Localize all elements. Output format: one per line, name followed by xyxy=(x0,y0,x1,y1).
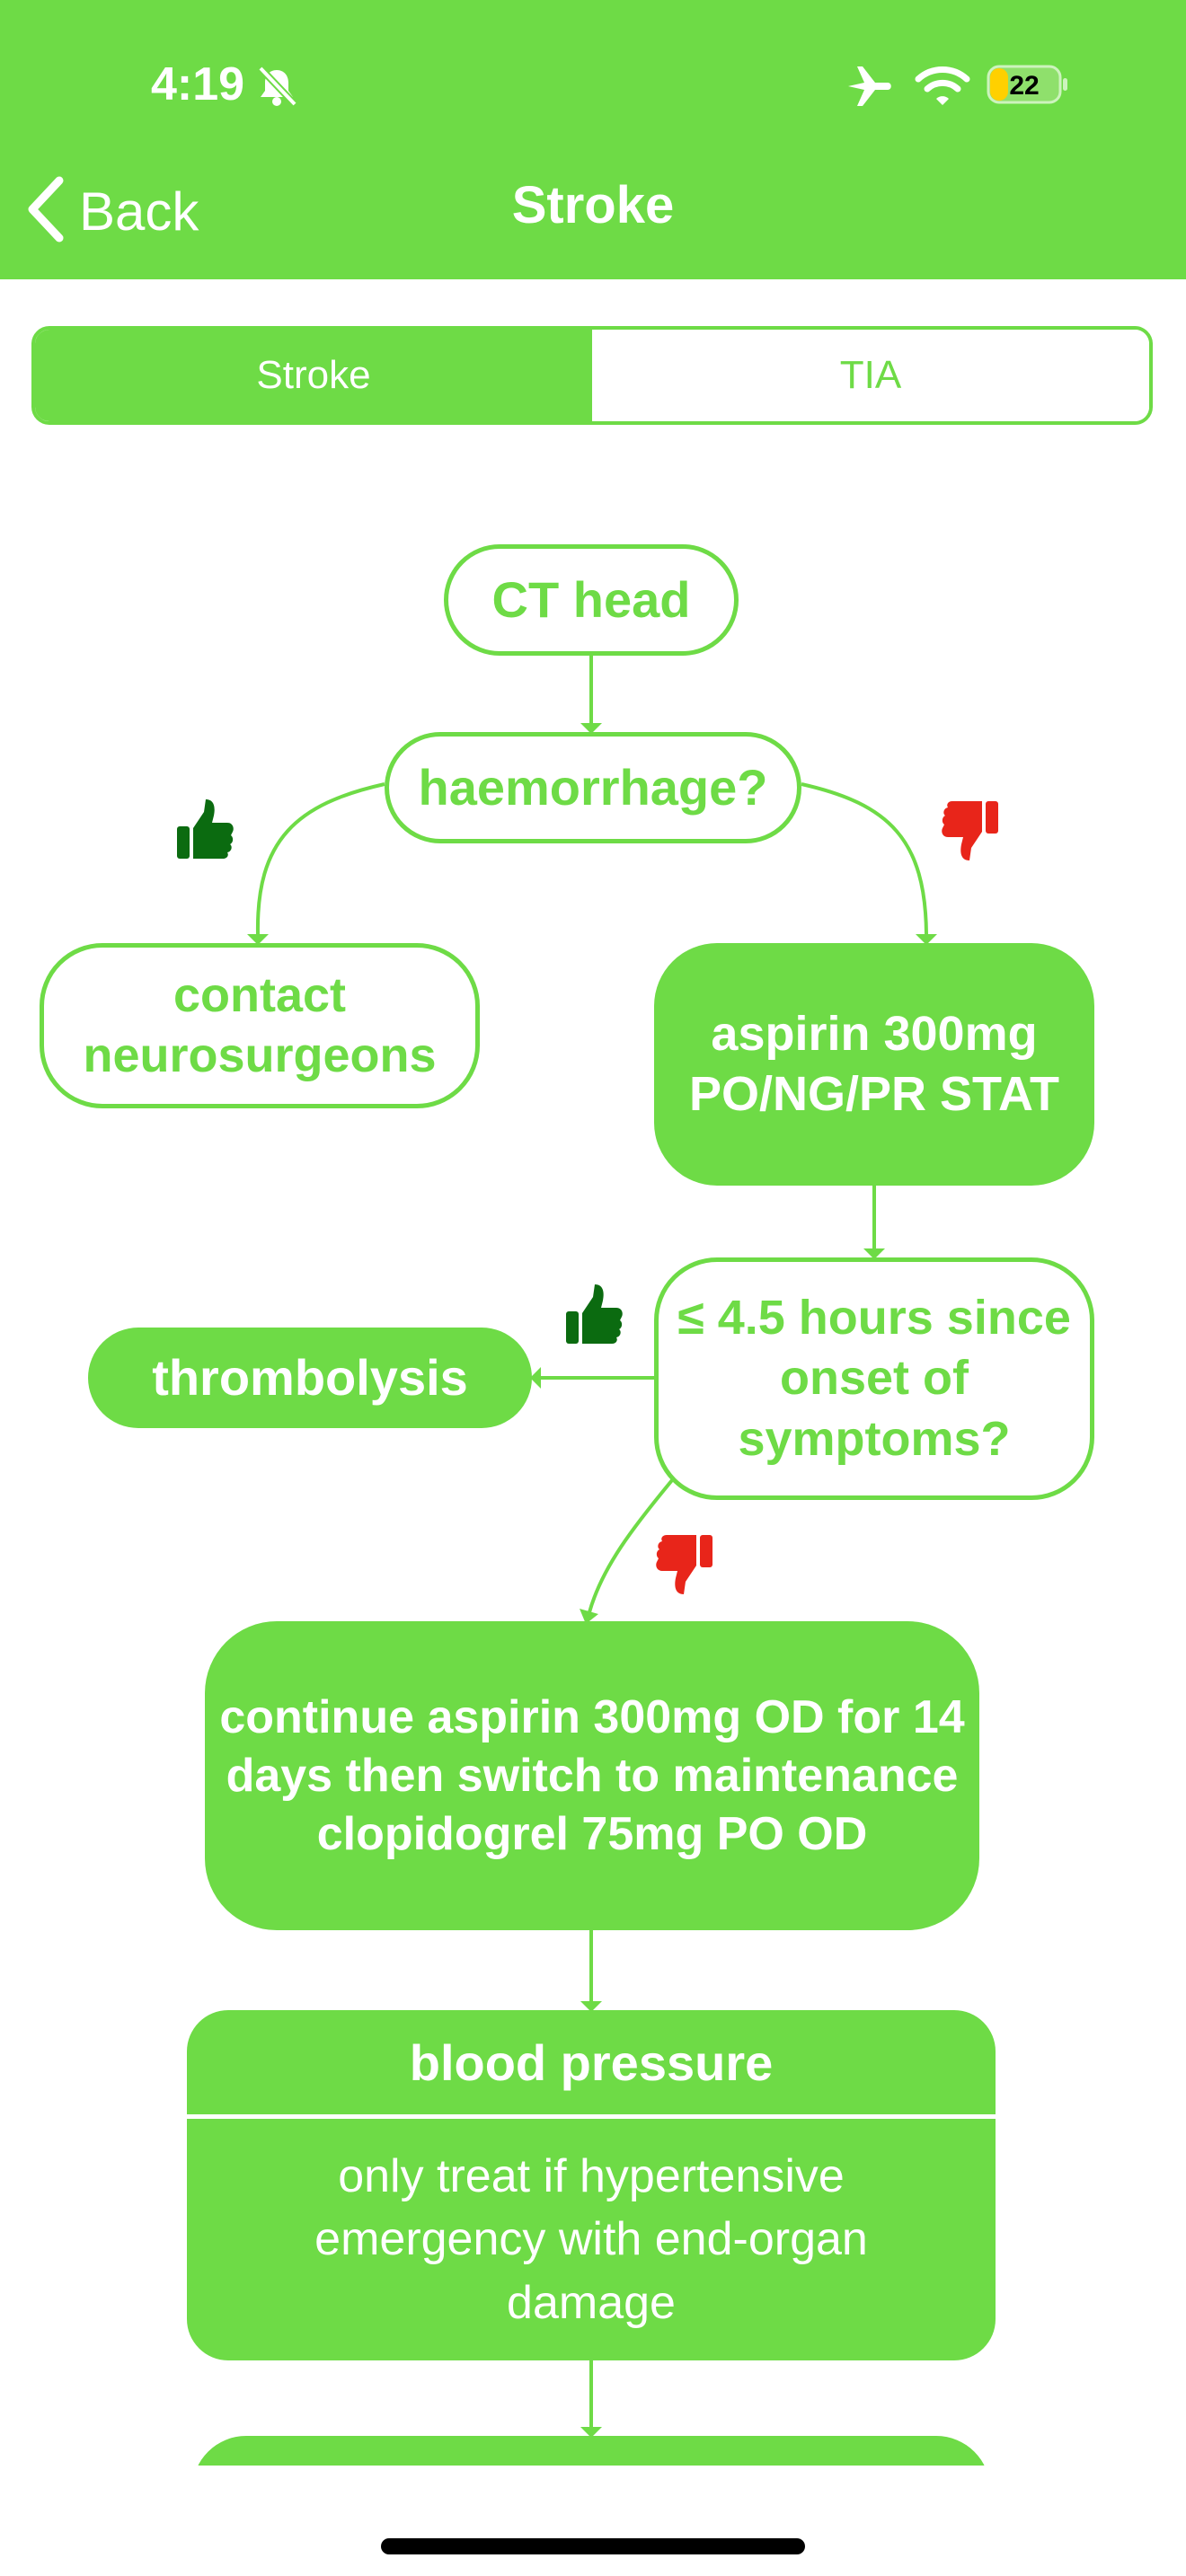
thumbs-down-icon xyxy=(939,796,1002,869)
page-title: Stroke xyxy=(511,176,675,234)
status-time: 4:19 xyxy=(151,58,245,110)
haemorrhage-node: haemorrhage? xyxy=(385,732,801,843)
wifi-icon xyxy=(915,63,970,110)
tab-stroke[interactable]: Stroke xyxy=(35,330,592,421)
aspirin-node: aspirin 300mg PO/NG/PR STAT xyxy=(654,943,1094,1186)
thumbs-up-icon xyxy=(173,796,236,869)
continue-aspirin-node: continue aspirin 300mg OD for 14 days th… xyxy=(205,1621,979,1930)
home-indicator[interactable] xyxy=(381,2538,805,2554)
thrombolysis-node: thrombolysis xyxy=(88,1328,532,1428)
thumbs-down-icon xyxy=(653,1530,716,1602)
battery-level: 22 xyxy=(1009,71,1039,101)
thumbs-up-icon xyxy=(562,1281,625,1354)
bottom-area xyxy=(0,2466,1186,2576)
segmented-control: Stroke TIA xyxy=(31,326,1153,425)
blood-pressure-title: blood pressure xyxy=(409,2033,774,2091)
contact-neurosurgeons-node: contact neurosurgeons xyxy=(40,943,480,1108)
blood-pressure-body: only treat if hypertensive emergency wit… xyxy=(314,2150,868,2329)
bell-slash-icon xyxy=(253,63,300,114)
blood-pressure-node: blood pressure only treat if hypertensiv… xyxy=(187,2010,996,2360)
ct-head-node: CT head xyxy=(444,544,739,656)
tab-tia[interactable]: TIA xyxy=(592,330,1149,421)
battery-icon: 22 xyxy=(987,65,1069,109)
onset-hours-node: ≤ 4.5 hours since onset of symptoms? xyxy=(654,1257,1094,1500)
nav-header: 4:19 22 Back Stroke xyxy=(0,0,1186,279)
airplane-icon xyxy=(845,63,895,114)
